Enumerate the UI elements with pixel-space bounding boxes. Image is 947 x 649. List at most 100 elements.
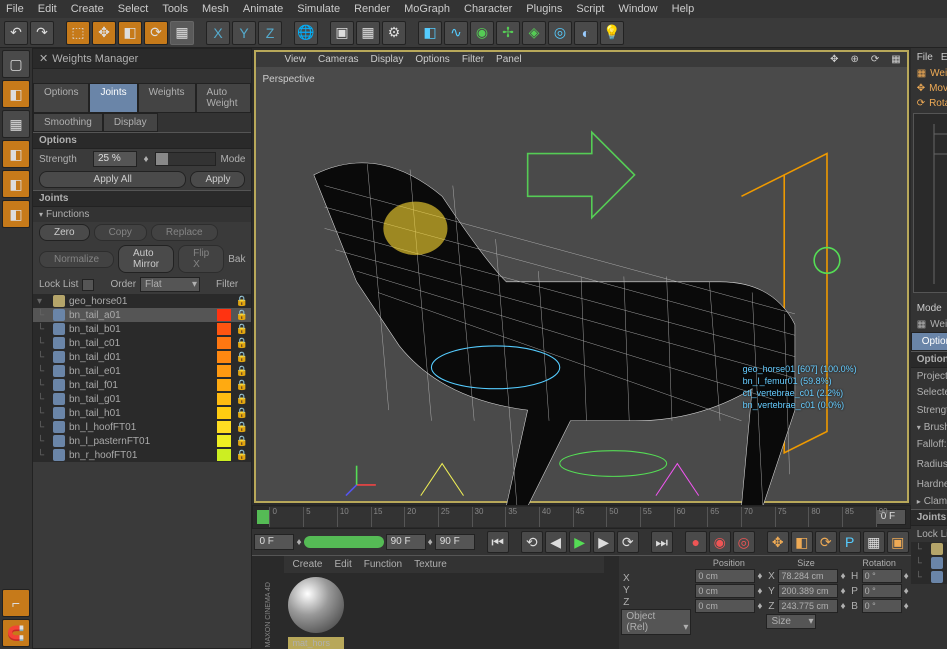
size-z-input[interactable]: 243.775 cm (778, 599, 838, 613)
pos-z-input[interactable]: 0 cm (695, 599, 755, 613)
menu-create[interactable]: Create (71, 3, 104, 15)
spinner-icon[interactable]: ♦ (840, 571, 845, 582)
mat-tab-create[interactable]: Create (292, 559, 322, 570)
spinner-icon[interactable]: ♦ (840, 586, 845, 597)
spinner-icon[interactable]: ♦ (904, 571, 909, 582)
joint-row[interactable]: └bn_tail_c01🔒 (33, 336, 251, 350)
keyframe-icon[interactable]: ◎ (733, 531, 755, 553)
menu-select[interactable]: Select (118, 3, 149, 15)
spinner-icon[interactable]: ♦ (296, 537, 301, 548)
rot-p-input[interactable]: 0 ° (862, 584, 902, 598)
attr-joint-row[interactable]: └geo_horse01 (911, 542, 947, 556)
obj-menu-edit[interactable]: Edit (941, 52, 947, 63)
joint-row[interactable]: └bn_l_pasternFT01🔒 (33, 434, 251, 448)
coord-sys-icon[interactable]: 🌐 (294, 21, 318, 45)
size-y-input[interactable]: 200.389 cm (778, 584, 838, 598)
attr-joints-list[interactable]: └geo_horse01└bn_tail_a01└bn_tail_b01 (911, 542, 947, 584)
vp-menu-panel[interactable]: Panel (496, 54, 522, 65)
vp-nav-icon[interactable]: ✥ (830, 54, 838, 65)
weight-tool-label[interactable]: Weight Tool (930, 68, 947, 79)
redo-icon[interactable]: ↷ (30, 21, 54, 45)
range-slider[interactable] (304, 536, 384, 548)
clamp-header[interactable]: Clamp (911, 494, 947, 509)
vp-zoom-icon[interactable]: ⊕ (850, 54, 858, 65)
step-back-icon[interactable]: ◀ (545, 531, 567, 553)
render-pict-icon[interactable]: ▦ (356, 21, 380, 45)
undo-icon[interactable]: ↶ (4, 21, 28, 45)
snap-icon[interactable]: 🧲 (2, 619, 30, 647)
step-fwd-frame-icon[interactable]: ⟳ (617, 531, 639, 553)
brush-header[interactable]: Brush (911, 420, 947, 435)
rot-b-input[interactable]: 0 ° (862, 599, 902, 613)
spinner-icon[interactable]: ♦ (904, 601, 909, 612)
apply-all-button[interactable]: Apply All (39, 171, 186, 188)
vp-rotate-icon[interactable]: ⟳ (871, 54, 879, 65)
spinner-icon[interactable]: ♦ (840, 601, 845, 612)
tab-joints[interactable]: Joints (89, 83, 137, 113)
mat-tab-function[interactable]: Function (364, 559, 402, 570)
strength-input[interactable]: 25 % (93, 151, 137, 167)
joint-list[interactable]: ▾geo_horse01🔒└bn_tail_a01🔒└bn_tail_b01🔒└… (33, 294, 251, 462)
spinner-icon[interactable]: ♦ (757, 586, 762, 597)
spinner-icon[interactable]: ♦ (141, 154, 151, 165)
move-tool-label[interactable]: Move (929, 83, 947, 94)
key-all-icon[interactable]: ▦ (863, 531, 885, 553)
joint-row[interactable]: └bn_l_hoofFT01🔒 (33, 420, 251, 434)
joint-row[interactable]: ▾geo_horse01🔒 (33, 294, 251, 308)
menu-mesh[interactable]: Mesh (202, 3, 229, 15)
menu-render[interactable]: Render (354, 3, 390, 15)
make-editable-icon[interactable]: ▢ (2, 50, 30, 78)
joint-row[interactable]: └bn_tail_e01🔒 (33, 364, 251, 378)
menu-edit[interactable]: Edit (38, 3, 57, 15)
menu-simulate[interactable]: Simulate (297, 3, 340, 15)
joint-row[interactable]: └bn_tail_b01🔒 (33, 322, 251, 336)
joint-row[interactable]: └bn_tail_f01🔒 (33, 378, 251, 392)
autokey-icon[interactable]: ◉ (709, 531, 731, 553)
size-mode-dropdown[interactable]: Size (766, 614, 816, 629)
menu-mograph[interactable]: MoGraph (404, 3, 450, 15)
last-tool-icon[interactable]: ▦ (170, 21, 194, 45)
cube-primitive-icon[interactable]: ◧ (418, 21, 442, 45)
apply-button[interactable]: Apply (190, 171, 245, 188)
viewport[interactable]: View Cameras Display Options Filter Pane… (254, 50, 908, 503)
subtab-display[interactable]: Display (103, 113, 158, 132)
key-pos-icon[interactable]: ✥ (767, 531, 789, 553)
rot-h-input[interactable]: 0 ° (862, 569, 902, 583)
texture-mode-icon[interactable]: ▦ (2, 110, 30, 138)
range-end2[interactable]: 90 F (435, 534, 475, 550)
edge-mode-icon[interactable]: ◧ (2, 200, 30, 228)
range-start[interactable]: 0 F (254, 534, 294, 550)
object-hierarchy[interactable] (913, 113, 947, 293)
object-mode-dropdown[interactable]: Object (Rel) (621, 609, 691, 635)
key-opt-icon[interactable]: ▣ (887, 531, 909, 553)
step-back-frame-icon[interactable]: ⟲ (521, 531, 543, 553)
menu-plugins[interactable]: Plugins (526, 3, 562, 15)
goto-start-icon[interactable]: ⏮ (487, 531, 509, 553)
tab-options[interactable]: Options (33, 83, 89, 113)
render-view-icon[interactable]: ▣ (330, 21, 354, 45)
tab-weights[interactable]: Weights (138, 83, 196, 113)
environment-icon[interactable]: ◎ (548, 21, 572, 45)
spinner-icon[interactable]: ♦ (904, 586, 909, 597)
menu-help[interactable]: Help (672, 3, 695, 15)
functions-header[interactable]: Functions (33, 207, 251, 222)
z-axis-icon[interactable]: Z (258, 21, 282, 45)
key-param-icon[interactable]: P (839, 531, 861, 553)
deformer-icon[interactable]: ◈ (522, 21, 546, 45)
model-mode-icon[interactable]: ◧ (2, 80, 30, 108)
menu-animate[interactable]: Animate (243, 3, 283, 15)
obj-menu-file[interactable]: File (917, 52, 933, 63)
key-scale-icon[interactable]: ◧ (791, 531, 813, 553)
menu-character[interactable]: Character (464, 3, 512, 15)
vp-menu-options[interactable]: Options (415, 54, 449, 65)
vp-menu-display[interactable]: Display (371, 54, 404, 65)
strength-slider[interactable] (155, 152, 216, 166)
material-preview[interactable] (288, 577, 344, 633)
scale-tool-icon[interactable]: ◧ (118, 21, 142, 45)
rotate-tool-icon[interactable]: ⟳ (144, 21, 168, 45)
attr-tab-options[interactable]: Options (911, 332, 947, 351)
goto-end-icon[interactable]: ⏭ (651, 531, 673, 553)
flipx-button[interactable]: Flip X (178, 245, 224, 273)
x-axis-icon[interactable]: X (206, 21, 230, 45)
timeline-start-marker[interactable] (257, 510, 269, 524)
